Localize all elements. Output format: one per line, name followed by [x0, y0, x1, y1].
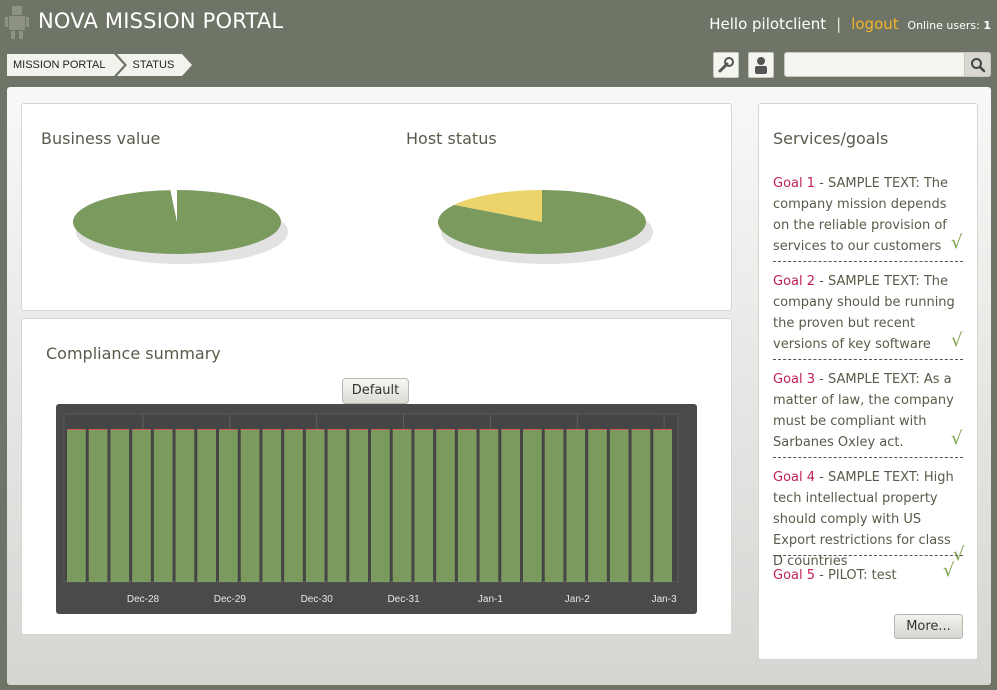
separator: | — [836, 15, 842, 33]
divider — [773, 457, 963, 458]
business-value-pie[interactable] — [72, 184, 292, 274]
bar-7[interactable] — [219, 429, 238, 582]
user-icon — [755, 57, 767, 74]
bar-25[interactable] — [609, 429, 629, 582]
divider — [773, 359, 963, 360]
divider — [773, 261, 963, 262]
more-button[interactable]: More... — [894, 614, 963, 639]
header: NOVA MISSION PORTAL Hello pilotclient | lo… — [0, 0, 997, 50]
wrench-icon — [718, 57, 734, 73]
services-title: Services/goals — [773, 129, 889, 148]
x-tick-label: Dec-31 — [387, 594, 420, 605]
bar-2[interactable] — [110, 429, 130, 582]
bar-27[interactable] — [653, 429, 672, 582]
bar-17[interactable] — [436, 429, 455, 582]
search-box — [784, 52, 991, 77]
goal-item-5[interactable]: Goal 5 - PILOT: test — [773, 565, 963, 586]
goal-name: Goal 1 — [773, 176, 816, 191]
bar-9[interactable] — [262, 429, 282, 582]
bar-20[interactable] — [501, 429, 520, 582]
status-panel: Business value Host status — [21, 103, 732, 311]
search-button[interactable] — [964, 53, 990, 76]
bar-10[interactable] — [284, 429, 303, 582]
goal-name: Goal 5 — [773, 568, 816, 583]
settings-button[interactable] — [713, 52, 739, 78]
online-count: 1 — [983, 19, 991, 32]
bar-11[interactable] — [305, 429, 325, 582]
host-status-title: Host status — [406, 129, 497, 148]
x-tick-label: Dec-28 — [127, 594, 160, 605]
user-button[interactable] — [748, 52, 774, 78]
search-input[interactable] — [785, 53, 964, 76]
x-tick-label: Jan-1 — [478, 594, 503, 605]
bar-3[interactable] — [132, 429, 151, 582]
goal-name: Goal 4 — [773, 470, 816, 485]
robot-icon — [5, 6, 29, 39]
bar-0[interactable] — [67, 429, 86, 582]
goal-item-2[interactable]: Goal 2 - SAMPLE TEXT: The company should… — [773, 271, 963, 355]
bar-18[interactable] — [457, 429, 477, 582]
host-status-slices — [438, 190, 646, 254]
breadcrumb: MISSION PORTAL STATUS — [7, 54, 196, 76]
tab-default[interactable]: Default — [342, 378, 409, 409]
logout-link[interactable]: logout — [851, 15, 898, 33]
goal-3-check-icon: √ — [951, 428, 963, 449]
online-users: Online users: 1 — [907, 19, 991, 32]
host-status-pie[interactable] — [437, 184, 657, 274]
bar-16[interactable] — [414, 429, 434, 582]
compliance-bar-chart: Dec-28 Dec-29 Dec-30 Dec-31 Jan-1 Jan-2 Jan-3 — [63, 413, 679, 605]
bar-26[interactable] — [631, 429, 651, 582]
bar-13[interactable] — [349, 429, 368, 582]
goal-name: Goal 3 — [773, 372, 816, 387]
bar-4[interactable] — [153, 429, 173, 582]
x-tick-label: Dec-30 — [301, 594, 334, 605]
bar-19[interactable] — [479, 429, 499, 582]
app-title: NOVA MISSION PORTAL — [38, 9, 284, 33]
compliance-chart[interactable]: Dec-28 Dec-29 Dec-30 Dec-31 Jan-1 Jan-2 Jan-3 — [56, 404, 697, 614]
bar-22[interactable] — [544, 429, 564, 582]
bar-8[interactable] — [240, 429, 260, 582]
breadcrumb-mission-portal[interactable]: MISSION PORTAL — [7, 54, 126, 76]
services-panel: Services/goals Goal 1 - SAMPLE TEXT: The… — [758, 103, 978, 660]
divider — [773, 555, 963, 556]
business-value-slices — [72, 190, 281, 254]
x-tick-label: Dec-29 — [214, 594, 247, 605]
bar-12[interactable] — [327, 429, 347, 582]
greeting: Hello pilotclient — [709, 15, 827, 33]
bar-23[interactable] — [566, 429, 586, 582]
goal-2-check-icon: √ — [951, 330, 963, 351]
bar-6[interactable] — [197, 429, 216, 582]
goal-item-1[interactable]: Goal 1 - SAMPLE TEXT: The company missio… — [773, 173, 963, 257]
goal-5-check-icon: √ — [943, 560, 955, 581]
goal-text: - PILOT: test — [815, 568, 897, 583]
goal-item-3[interactable]: Goal 3 - SAMPLE TEXT: As a matter of law… — [773, 369, 963, 453]
magnifier-icon — [970, 57, 985, 72]
bar-5[interactable] — [175, 429, 195, 582]
bar-24[interactable] — [588, 429, 607, 582]
bar-21[interactable] — [523, 429, 542, 582]
x-tick-label: Jan-3 — [652, 594, 677, 605]
compliance-panel: Compliance summary Default Dec-28 Dec-29 D… — [21, 318, 732, 635]
goal-name: Goal 2 — [773, 274, 816, 289]
bar-14[interactable] — [371, 429, 390, 582]
bar-1[interactable] — [88, 429, 108, 582]
main-area: Business value Host status Compliance su… — [7, 87, 991, 685]
business-value-title: Business value — [41, 129, 161, 148]
goal-item-4[interactable]: Goal 4 - SAMPLE TEXT: High tech intellec… — [773, 467, 963, 572]
user-area: Hello pilotclient | logout Online users: 1 — [709, 15, 991, 33]
compliance-title: Compliance summary — [46, 344, 221, 363]
bar-15[interactable] — [392, 429, 412, 582]
goal-1-check-icon: √ — [951, 232, 963, 253]
x-tick-label: Jan-2 — [565, 594, 590, 605]
